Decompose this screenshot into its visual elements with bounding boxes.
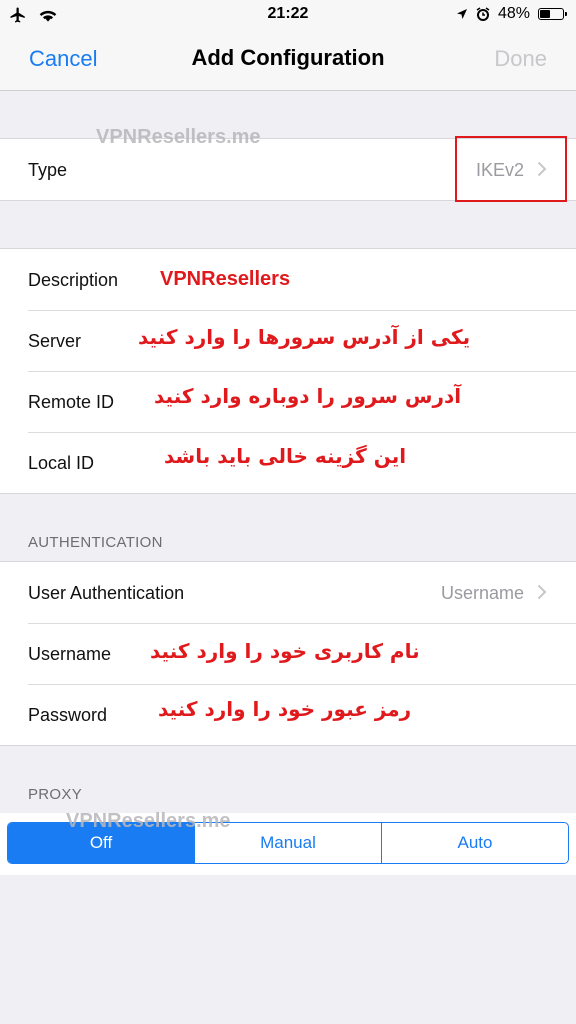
user-authentication-value: Username — [440, 583, 524, 603]
status-right-icons: 48% — [456, 5, 567, 23]
user-authentication-row[interactable]: User Authentication Username — [0, 562, 576, 623]
type-label: Type — [28, 160, 68, 180]
password-label: Password — [28, 705, 108, 725]
alarm-clock-icon — [476, 7, 490, 21]
local-id-annotation: این گزینه خالی باید باشد — [164, 444, 407, 468]
status-bar: 21:22 48% — [0, 0, 576, 30]
battery-icon — [538, 8, 567, 20]
authentication-group: User Authentication Username Username نا… — [0, 561, 576, 746]
watermark-bottom: VPNResellers.me — [66, 810, 231, 832]
authentication-header: AUTHENTICATION — [28, 534, 163, 551]
password-annotation: رمز عبور خود را وارد کنید — [158, 697, 412, 721]
local-id-label: Local ID — [28, 453, 95, 473]
battery-fill — [540, 10, 550, 18]
username-annotation: نام کاربری خود را وارد کنید — [150, 639, 420, 663]
server-label: Server — [28, 331, 82, 351]
description-annotation: VPNResellers — [160, 268, 291, 290]
chevron-right-icon — [537, 584, 547, 600]
location-arrow-icon — [456, 9, 467, 19]
navigation-bar: Cancel Add Configuration Done — [0, 30, 576, 91]
proxy-option-auto[interactable]: Auto — [381, 823, 568, 863]
remote-id-annotation: آدرس سرور را دوباره وارد کنید — [154, 384, 462, 408]
proxy-header: PROXY — [28, 786, 83, 803]
server-annotation: یکی از آدرس سرورها را وارد کنید — [138, 325, 471, 349]
remote-id-label: Remote ID — [28, 392, 115, 412]
watermark-top: VPNResellers.me — [96, 126, 261, 148]
username-row[interactable]: Username نام کاربری خود را وارد کنید — [0, 623, 576, 684]
battery-percentage: 48% — [497, 5, 530, 22]
config-group: Description VPNResellers Server یکی از آ… — [0, 248, 576, 494]
type-highlight-box — [455, 136, 567, 202]
description-label: Description — [28, 270, 119, 290]
username-label: Username — [28, 644, 112, 664]
description-row[interactable]: Description VPNResellers — [0, 249, 576, 310]
remote-id-row[interactable]: Remote ID آدرس سرور را دوباره وارد کنید — [0, 371, 576, 432]
server-row[interactable]: Server یکی از آدرس سرورها را وارد کنید — [0, 310, 576, 371]
user-authentication-label: User Authentication — [28, 583, 185, 603]
page-title: Add Configuration — [191, 45, 385, 70]
done-button[interactable]: Done — [494, 46, 547, 72]
password-row[interactable]: Password رمز عبور خود را وارد کنید — [0, 684, 576, 745]
local-id-row[interactable]: Local ID این گزینه خالی باید باشد — [0, 432, 576, 493]
